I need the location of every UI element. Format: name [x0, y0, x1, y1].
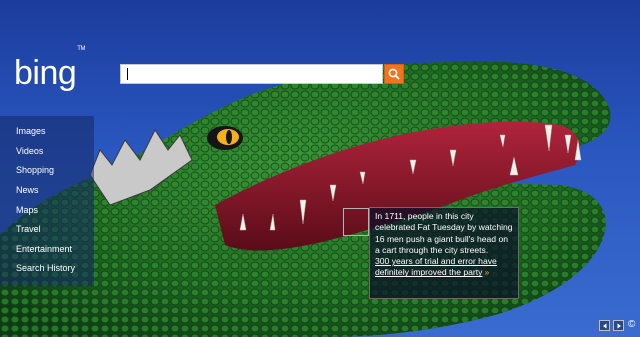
caption-link[interactable]: 300 years of trial and error have defini…	[375, 256, 497, 277]
previous-image-button[interactable]	[599, 320, 610, 331]
logo-text: bing	[14, 54, 77, 92]
nav-item-travel[interactable]: Travel	[16, 224, 41, 234]
search-box[interactable]	[120, 64, 383, 84]
nav-item-entertainment[interactable]: Entertainment	[16, 244, 72, 254]
image-hotspot[interactable]	[343, 208, 369, 236]
caption-link-text: 300 years of trial and error have defini…	[375, 256, 497, 278]
nav-item-maps[interactable]: Maps	[16, 205, 38, 215]
background-image	[0, 61, 611, 337]
scope-navigation	[0, 116, 94, 286]
nav-item-images[interactable]: Images	[16, 126, 46, 136]
nav-item-news[interactable]: News	[16, 185, 39, 195]
next-image-button[interactable]	[613, 320, 624, 331]
nav-item-videos[interactable]: Videos	[16, 146, 43, 156]
trademark: TM	[77, 45, 85, 52]
search-icon	[388, 68, 400, 80]
caption-arrow-icon[interactable]: »	[484, 267, 489, 277]
text-caret	[127, 68, 128, 80]
caption-text: In 1711, people in this city celebrated …	[375, 211, 513, 255]
nav-item-shopping[interactable]: Shopping	[16, 165, 54, 175]
search-button[interactable]	[384, 64, 404, 84]
copyright-button[interactable]: ©	[628, 319, 635, 330]
nav-item-search-history[interactable]: Search History	[16, 263, 75, 273]
search-input[interactable]	[125, 66, 375, 82]
arrow-right-icon	[617, 323, 621, 328]
hotspot-caption: In 1711, people in this city celebrated …	[369, 207, 519, 299]
arrow-left-icon	[602, 323, 606, 328]
bing-logo[interactable]: bingTM	[14, 46, 85, 93]
